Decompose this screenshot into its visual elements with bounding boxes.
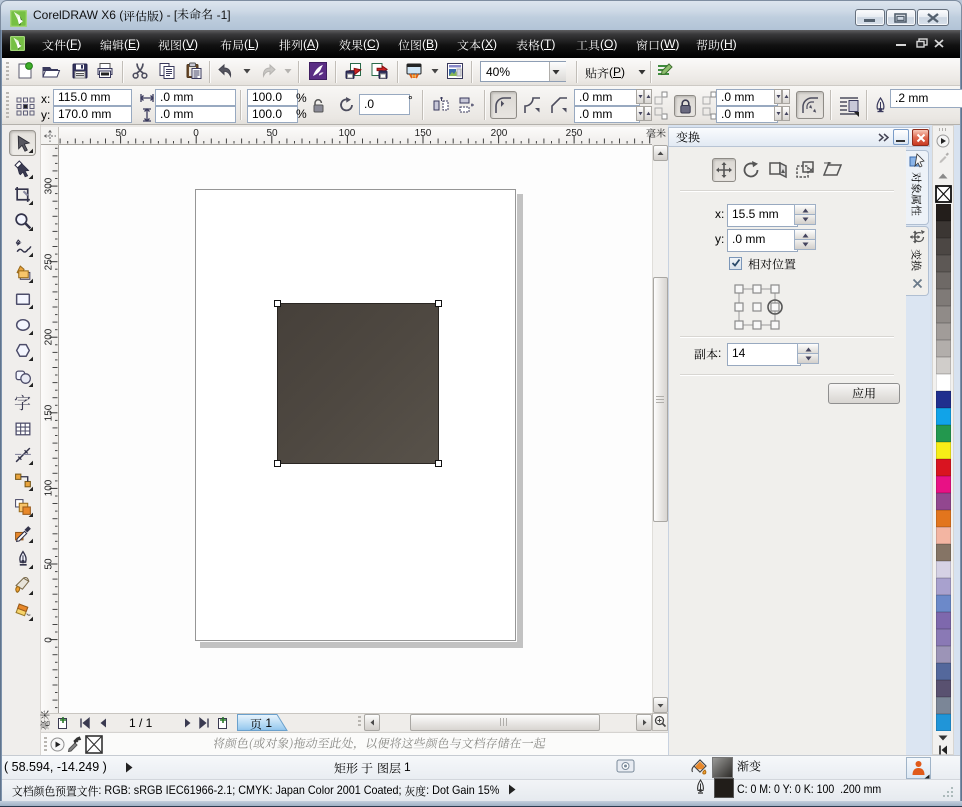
svg-text:250: 250 <box>44 253 55 270</box>
svg-text:50: 50 <box>44 558 55 570</box>
svg-text:0: 0 <box>44 637 55 643</box>
svg-text:150: 150 <box>44 404 55 421</box>
svg-text:200: 200 <box>44 328 55 345</box>
svg-text:300: 300 <box>44 177 55 194</box>
svg-text:100: 100 <box>44 479 55 496</box>
